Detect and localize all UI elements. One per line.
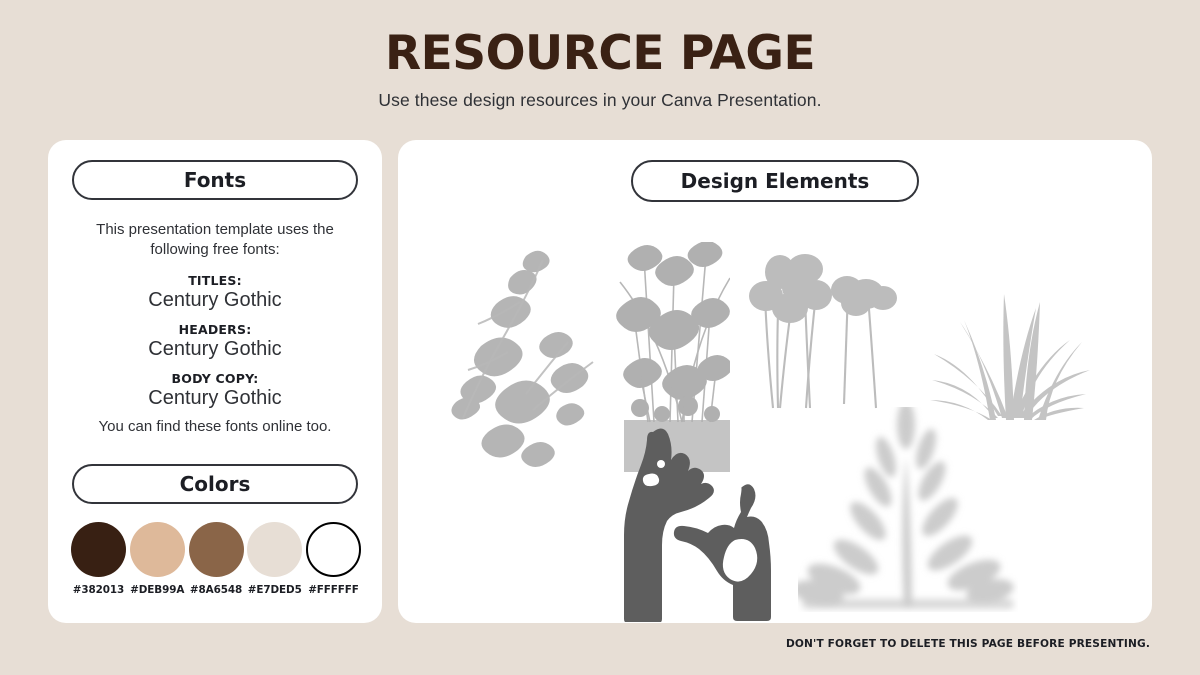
font-name-label: Century Gothic <box>148 338 282 360</box>
font-name-label: Century Gothic <box>148 387 282 409</box>
color-swatch-item[interactable]: #FFFFFF <box>306 522 361 596</box>
fonts-intro-text: This presentation template uses the foll… <box>96 221 334 258</box>
font-role-label: BODY COPY: <box>171 371 259 386</box>
color-swatch-hex-label: #E7DED5 <box>247 584 302 596</box>
color-swatch-dot[interactable] <box>71 522 126 577</box>
design-elements-gallery <box>398 212 1152 623</box>
color-swatch-item[interactable]: #DEB99A <box>129 522 185 596</box>
font-entry-headers: HEADERS: Century Gothic <box>68 322 362 361</box>
color-swatch-dot[interactable] <box>129 522 185 577</box>
grass-blades-svg <box>930 294 1090 420</box>
color-swatch-row: #382013 #DEB99A #8A6548 #E7DED5 #FFFFFF <box>71 522 361 596</box>
color-swatch-item[interactable]: #382013 <box>71 522 126 596</box>
soft-botanical-shadow-icon[interactable] <box>792 401 1018 612</box>
resources-left-card: Fonts This presentation template uses th… <box>48 140 382 623</box>
font-list: TITLES: Century Gothic HEADERS: Century … <box>68 273 362 420</box>
hands-silhouette-icon[interactable] <box>603 422 793 623</box>
color-swatch-item[interactable]: #8A6548 <box>188 522 244 596</box>
font-entry-titles: TITLES: Century Gothic <box>68 273 362 312</box>
colors-heading-label: Colors <box>179 472 251 496</box>
color-swatch-dot[interactable] <box>306 522 361 577</box>
design-heading-label: Design Elements <box>680 169 870 193</box>
fonts-section-heading: Fonts <box>72 160 358 200</box>
color-swatch-dot[interactable] <box>247 522 303 577</box>
header: RESOURCE PAGE Use these design resources… <box>0 0 1200 111</box>
billy-button-flowers-shadow-icon[interactable] <box>728 250 906 420</box>
font-entry-body-copy: BODY COPY: Century Gothic <box>68 371 362 410</box>
font-role-label: HEADERS: <box>178 322 252 337</box>
color-swatch-item[interactable]: #E7DED5 <box>247 522 303 596</box>
colors-section-heading: Colors <box>72 464 358 504</box>
grass-blades-shadow-icon[interactable] <box>906 242 1106 422</box>
color-swatch-dot[interactable] <box>188 522 244 577</box>
font-name-label: Century Gothic <box>148 289 282 311</box>
design-elements-heading: Design Elements <box>631 160 919 202</box>
slide-canvas: RESOURCE PAGE Use these design resources… <box>0 0 1200 675</box>
page-subtitle: Use these design resources in your Canva… <box>378 90 822 110</box>
soft-botanical-svg <box>792 401 1014 609</box>
color-swatch-hex-label: #FFFFFF <box>308 584 359 596</box>
billy-buttons-svg <box>749 254 897 409</box>
color-swatch-hex-label: #DEB99A <box>130 584 185 596</box>
page-title: RESOURCE PAGE <box>384 26 816 81</box>
hands-silhouette-svg <box>624 428 771 623</box>
fonts-outro-text: You can find these fonts online too. <box>98 418 332 435</box>
color-swatch-hex-label: #382013 <box>72 584 125 596</box>
footer-reminder-note: DON'T FORGET TO DELETE THIS PAGE BEFORE … <box>785 638 1150 650</box>
design-elements-card: Design Elements <box>398 140 1152 623</box>
color-swatch-hex-label: #8A6548 <box>189 584 243 596</box>
fonts-heading-label: Fonts <box>183 168 247 192</box>
font-role-label: TITLES: <box>188 273 242 288</box>
